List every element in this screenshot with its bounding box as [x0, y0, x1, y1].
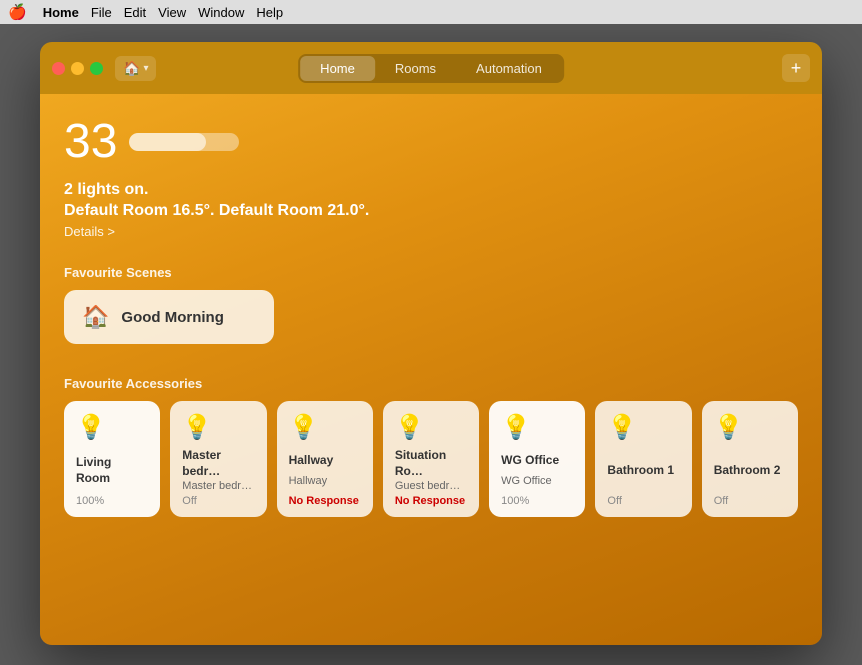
accessory-sub-2: Hallway [289, 474, 361, 488]
accessory-icon-2: 💡 [289, 413, 361, 442]
accessory-card-1[interactable]: 💡 Master bedr…Master bedr… Off [170, 401, 266, 517]
accessory-sub-4: WG Office [501, 474, 573, 488]
home-icon-button[interactable]: 🏠 ▾ [115, 56, 156, 81]
accessory-card-0[interactable]: 💡 Living Room 100% [64, 401, 160, 517]
menu-view[interactable]: View [158, 5, 186, 20]
accessory-name-5: Bathroom 1 [607, 463, 679, 479]
header-section: 33 2 lights on. Default Room 16.5°. Defa… [64, 118, 798, 241]
accessory-status-3: No Response [395, 495, 467, 507]
home-icon: 🏠 [123, 60, 140, 77]
accessory-sub-1: Master bedr… [182, 479, 254, 493]
details-link[interactable]: Details > [64, 224, 115, 239]
menu-window[interactable]: Window [198, 5, 244, 20]
accessory-status-6: Off [714, 495, 786, 507]
accessory-status-0: 100% [76, 495, 148, 507]
scenes-label: Favourite Scenes [64, 265, 798, 280]
temperature-row: 33 [64, 118, 798, 166]
status-temperatures: Default Room 16.5°. Default Room 21.0°. [64, 202, 798, 220]
menu-help[interactable]: Help [256, 5, 283, 20]
status-lights: 2 lights on. [64, 178, 798, 202]
accessory-icon-4: 💡 [501, 413, 573, 442]
menu-bar: 🍎 Home File Edit View Window Help [0, 0, 862, 24]
minimize-button[interactable] [71, 62, 84, 75]
accessory-status-4: 100% [501, 495, 573, 507]
menu-file[interactable]: File [91, 5, 112, 20]
temperature-bar [129, 133, 239, 151]
accessory-card-4[interactable]: 💡 WG Office WG Office 100% [489, 401, 585, 517]
scene-home-icon: 🏠 [82, 304, 109, 330]
accessory-sub-3: Guest bedr… [395, 479, 467, 493]
tab-automation[interactable]: Automation [456, 56, 562, 81]
main-content: 33 2 lights on. Default Room 16.5°. Defa… [40, 94, 822, 645]
accessory-name-0: Living Room [76, 455, 148, 486]
accessory-card-3[interactable]: 💡 Situation Ro…Guest bedr… No Response [383, 401, 479, 517]
accessory-status-1: Off [182, 495, 254, 507]
accessory-status-2: No Response [289, 495, 361, 507]
title-bar: 🏠 ▾ Home Rooms Automation + [40, 42, 822, 94]
app-window: 🏠 ▾ Home Rooms Automation + 33 2 lights … [40, 42, 822, 645]
accessory-icon-6: 💡 [714, 413, 786, 442]
scene-name: Good Morning [121, 309, 223, 326]
accessory-status-5: Off [607, 495, 679, 507]
accessory-icon-3: 💡 [395, 413, 467, 442]
tab-rooms[interactable]: Rooms [375, 56, 456, 81]
nav-tabs: Home Rooms Automation [298, 54, 564, 83]
accessories-label: Favourite Accessories [64, 376, 798, 391]
menu-edit[interactable]: Edit [124, 5, 146, 20]
apple-menu[interactable]: 🍎 [8, 3, 27, 21]
accessory-name-6: Bathroom 2 [714, 463, 786, 479]
temperature-display: 33 [64, 118, 117, 166]
temperature-bar-fill [129, 133, 206, 151]
chevron-down-icon: ▾ [143, 63, 148, 74]
accessory-card-6[interactable]: 💡 Bathroom 2 Off [702, 401, 798, 517]
accessories-row: 💡 Living Room 100% 💡 Master bedr…Master bedr… [64, 401, 798, 517]
accessory-card-5[interactable]: 💡 Bathroom 1 Off [595, 401, 691, 517]
accessory-name-3: Situation Ro… [395, 448, 467, 479]
accessory-card-2[interactable]: 💡 Hallway Hallway No Response [277, 401, 373, 517]
accessory-icon-1: 💡 [182, 413, 254, 442]
good-morning-scene[interactable]: 🏠 Good Morning [64, 290, 274, 344]
tab-home[interactable]: Home [300, 56, 375, 81]
menu-home[interactable]: Home [43, 5, 79, 20]
close-button[interactable] [52, 62, 65, 75]
accessory-icon-0: 💡 [76, 413, 148, 442]
add-button[interactable]: + [782, 54, 810, 82]
traffic-lights [52, 62, 103, 75]
accessory-name-2: Hallway [289, 453, 361, 469]
accessory-name-1: Master bedr… [182, 448, 254, 479]
accessory-icon-5: 💡 [607, 413, 679, 442]
accessory-name-4: WG Office [501, 453, 573, 469]
maximize-button[interactable] [90, 62, 103, 75]
